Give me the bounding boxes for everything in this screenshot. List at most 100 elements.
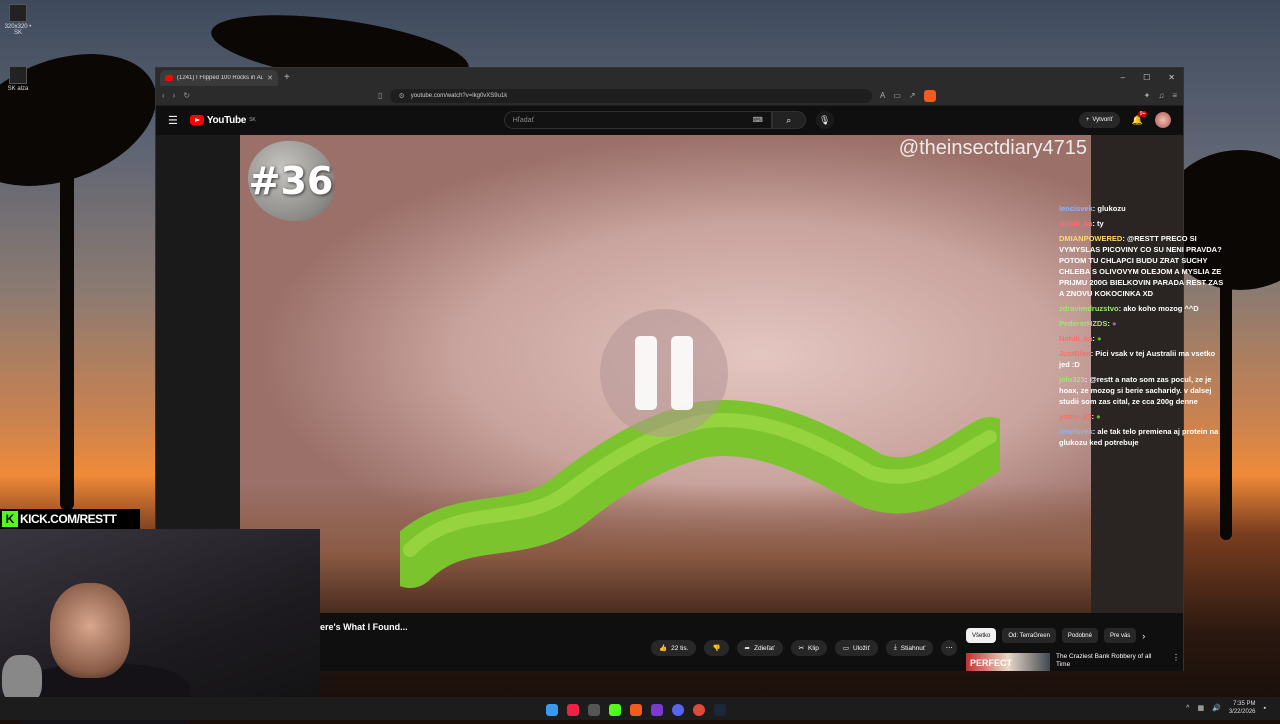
clip-button[interactable]: ✂ Klip [790, 640, 827, 656]
stream-chat-overlay: lencisvek: glukozu Natuli_ka: ty DMIANPO… [1059, 203, 1227, 452]
search-icon: ⌕ [786, 114, 792, 125]
kick-logo-icon: K [2, 511, 18, 527]
palm-silhouette [0, 29, 175, 211]
extensions-icon[interactable]: ✦ [1144, 91, 1151, 100]
desktop-icon[interactable]: 320x320 • SK [4, 4, 32, 36]
save-button[interactable]: ▭ Uložiť [834, 640, 878, 656]
chat-text: ty [1096, 219, 1104, 228]
rock-number: #36 [248, 159, 334, 203]
clock[interactable]: 7:35 PM 3/22/2026 [1229, 700, 1256, 716]
app-icon [9, 4, 27, 22]
chat-user: JustBlen [1059, 349, 1091, 358]
navigation-bar: ‹ › ↻ ▯ ⚙ youtube.com/watch?v=lkg0vXS9u1… [156, 86, 1183, 106]
chip-all[interactable]: Všetko [966, 628, 997, 643]
chat-user: PedererHZDS [1059, 319, 1108, 328]
chat-user: jolo323 [1059, 375, 1085, 384]
steam-icon[interactable] [714, 704, 726, 716]
chat-user: lencisvek [1059, 427, 1093, 436]
keyboard-icon[interactable]: ⌨ [753, 116, 763, 124]
dislike-button[interactable]: 👎 [704, 640, 729, 656]
taskbar-apps [546, 704, 726, 716]
download-button[interactable]: ⤓ Stiahnuť [885, 640, 934, 656]
youtube-header: ☰ YouTube SK Hľadať ⌨ ⌕ 🎙 + Vytvoriť 🔔 9… [156, 106, 1183, 134]
clip-label: Klip [808, 644, 819, 652]
recommended-video[interactable]: PERFECT The Craziest Bank Robbery of all… [966, 653, 1180, 671]
back-icon[interactable]: ‹ [162, 91, 165, 100]
site-info-icon[interactable]: ⚙ [398, 92, 404, 100]
hamburger-menu-icon[interactable]: ☰ [168, 114, 178, 127]
channel-watermark: @theinsectdiary4715 [898, 137, 1087, 159]
brave-icon[interactable] [630, 704, 642, 716]
pause-button[interactable] [600, 309, 728, 437]
chat-message: Natuli_ka: ty [1059, 219, 1104, 228]
media-icon[interactable]: ♫ [1158, 91, 1164, 100]
chat-message: lencisvek: glukozu [1059, 204, 1126, 213]
brave-shield-icon[interactable] [923, 89, 936, 102]
voice-search-button[interactable]: 🎙 [815, 111, 834, 129]
thumbnail-text: PERFECT [970, 658, 1013, 668]
chat-user: yomo_23 [1059, 412, 1092, 421]
share-icon[interactable]: ↗ [909, 91, 916, 100]
search-button[interactable]: ⌕ [771, 111, 806, 129]
scissors-icon: ✂ [798, 645, 805, 652]
download-icon: ⤓ [893, 644, 897, 651]
chat-user: Natuli_ka [1059, 334, 1093, 343]
create-button[interactable]: + Vytvoriť [1078, 112, 1120, 128]
close-window-button[interactable]: ✕ [1168, 73, 1175, 82]
chip-related[interactable]: Podobné [1061, 628, 1098, 643]
menu-icon[interactable]: ≡ [1172, 91, 1177, 100]
share-button[interactable]: ➦ Zdieľať [736, 640, 783, 656]
chip-for-you[interactable]: Pre vás [1103, 628, 1137, 643]
video-player[interactable]: #36 @theinsectdiary4715 [240, 135, 1091, 613]
discord-icon[interactable] [672, 704, 684, 716]
like-button[interactable]: 👍 22 tis. [651, 640, 697, 656]
chevron-right-icon[interactable]: › [1142, 631, 1145, 641]
translate-icon[interactable]: A [880, 91, 885, 100]
app-icon[interactable] [651, 704, 663, 716]
start-icon[interactable] [546, 704, 558, 716]
video-thumbnail[interactable]: PERFECT [966, 653, 1050, 671]
desktop-icon[interactable]: SK alza [4, 66, 32, 92]
rock-number-badge: #36 [248, 141, 334, 221]
chat-message: jolo323: @restt a nato som zas pocul, ze… [1059, 375, 1212, 406]
app-icon[interactable] [567, 704, 579, 716]
new-tab-icon[interactable]: + [284, 72, 290, 83]
more-actions-icon[interactable]: ⋯ [941, 640, 958, 656]
maximize-button[interactable]: ☐ [1143, 73, 1150, 82]
network-icon[interactable]: ▦ [1197, 704, 1204, 712]
recommended-title[interactable]: The Craziest Bank Robbery of all Time [1056, 653, 1166, 671]
sidebar-icon[interactable]: ▭ [893, 91, 901, 100]
video-title: ere's What I Found... [320, 622, 408, 632]
close-tab-icon[interactable]: ✕ [267, 74, 273, 82]
clock-time: 7:35 PM [1233, 701, 1256, 707]
chat-message: lencisvek: ale tak telo premiena aj prot… [1059, 427, 1219, 447]
notification-icon[interactable]: ▪ [1264, 705, 1266, 712]
notifications-button[interactable]: 🔔 9+ [1132, 110, 1148, 126]
thumb-up-icon: 👍 [659, 645, 668, 652]
youtube-play-icon [189, 115, 204, 125]
tab-title: (1241) I Flipped 100 Rocks in Au [177, 75, 264, 81]
chip-from-channel[interactable]: Od: TerraGreen [1002, 628, 1056, 643]
palm-silhouette [60, 150, 74, 510]
webcam-overlay [0, 529, 320, 724]
avatar[interactable] [1155, 112, 1171, 128]
playlist-add-icon: ▭ [842, 645, 850, 652]
search-input[interactable]: Hľadať ⌨ [503, 111, 772, 129]
chrome-icon[interactable] [693, 704, 705, 716]
chat-user: lencisvek [1059, 204, 1093, 213]
chevron-up-icon[interactable]: ^ [1186, 705, 1189, 712]
forward-icon[interactable]: › [173, 91, 176, 100]
address-bar[interactable]: ⚙ youtube.com/watch?v=lkg0vXS9u1k [390, 88, 873, 103]
volume-icon[interactable]: 🔊 [1212, 704, 1221, 712]
chat-message: zdravimdruzstvo: ako koho mozog ^^D [1059, 304, 1199, 313]
streamer-face [50, 583, 130, 678]
app-icon[interactable] [609, 704, 621, 716]
kebab-menu-icon[interactable]: ⋮ [1172, 653, 1180, 671]
youtube-logo[interactable]: YouTube SK [189, 115, 256, 126]
app-icon[interactable] [588, 704, 600, 716]
search-placeholder: Hľadať [512, 116, 535, 124]
reload-icon[interactable]: ↻ [183, 91, 190, 100]
browser-tab[interactable]: (1241) I Flipped 100 Rocks in Au ✕ [160, 70, 278, 86]
bookmark-icon[interactable]: ▯ [378, 91, 382, 100]
minimize-button[interactable]: – [1121, 73, 1125, 82]
